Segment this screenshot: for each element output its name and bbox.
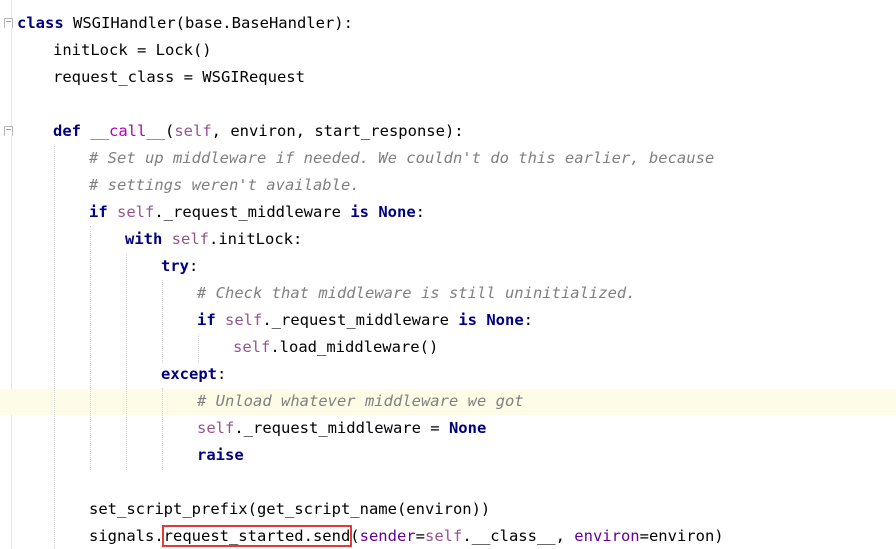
code-text: : <box>217 365 227 383</box>
keyword: if <box>197 311 216 329</box>
code-line: signals.request_started.send(sender=self… <box>89 523 724 549</box>
code-line: initLock = Lock() <box>53 37 212 64</box>
code-text: ( <box>350 527 360 545</box>
code-line: request_class = WSGIRequest <box>53 64 305 91</box>
code-text: .initLock: <box>209 230 303 248</box>
code-text: = <box>639 527 649 545</box>
code-text: ( <box>165 122 175 140</box>
indent-guide <box>198 334 199 363</box>
self-keyword: self <box>197 419 235 437</box>
code-editor[interactable]: class WSGIHandler(base.BaseHandler): ini… <box>0 0 896 549</box>
code-comment: # settings weren't available. <box>89 176 360 194</box>
keyword: None <box>448 419 487 437</box>
keyword: with <box>125 230 163 248</box>
code-comment: # Check that middleware is still uniniti… <box>197 284 636 302</box>
self-keyword: self <box>233 338 271 356</box>
code-text: ._request_middleware = <box>234 419 449 437</box>
keyword: try <box>161 257 189 275</box>
code-text: WSGIHandler(base.BaseHandler): <box>63 14 353 32</box>
indent-guide <box>162 388 163 470</box>
keyword: None <box>486 311 524 329</box>
code-text: = <box>415 527 425 545</box>
code-text: , environ, start_response): <box>211 122 464 140</box>
self-keyword: self <box>174 122 212 140</box>
code-text: .load_middleware() <box>270 338 439 356</box>
indent-guide <box>90 226 91 470</box>
code-line: def __call__(self, environ, start_respon… <box>53 118 464 145</box>
keyword: class <box>17 14 64 32</box>
fold-marker-icon[interactable] <box>4 18 13 28</box>
keyword: is <box>458 311 477 329</box>
keyword: is <box>350 203 369 221</box>
code-text: : <box>523 311 533 329</box>
keyword: if <box>89 203 108 221</box>
keyword: def <box>53 122 81 140</box>
fold-marker-icon[interactable] <box>4 126 13 136</box>
code-line: try: <box>161 253 198 280</box>
self-keyword: self <box>171 230 209 248</box>
code-text: initLock = Lock() <box>53 41 212 59</box>
code-text: ._request_middleware <box>154 203 351 221</box>
keyword: None <box>378 203 416 221</box>
code-text: : <box>415 203 425 221</box>
highlighted-call[interactable]: request_started.send <box>161 525 353 547</box>
code-text: signals. <box>89 527 164 545</box>
code-line: raise <box>197 442 244 469</box>
keyword: except <box>161 365 217 383</box>
indent-guide <box>54 145 55 549</box>
code-text: .__class__, <box>462 527 575 545</box>
code-line: self._request_middleware = None <box>197 415 486 442</box>
code-line: if self._request_middleware is None: <box>89 199 425 226</box>
self-keyword: self <box>117 203 155 221</box>
code-comment: # Set up middleware if needed. We couldn… <box>89 149 715 167</box>
code-comment: # Unload whatever middleware we got <box>197 392 524 410</box>
code-text: environ) <box>648 527 724 545</box>
code-line: class WSGIHandler(base.BaseHandler): <box>17 10 353 37</box>
code-line: set_script_prefix(get_script_name(enviro… <box>89 496 490 523</box>
indent-guide <box>162 280 163 363</box>
magic-method-name: __call__ <box>90 122 165 140</box>
keyword: raise <box>197 446 244 464</box>
code-text: request_class = WSGIRequest <box>53 68 305 86</box>
code-line: self.load_middleware() <box>233 334 438 361</box>
code-line: except: <box>161 361 226 388</box>
param-name: sender <box>359 527 416 545</box>
self-keyword: self <box>225 311 263 329</box>
indent-guide <box>126 253 127 470</box>
code-text: ._request_middleware <box>262 311 459 329</box>
self-keyword: self <box>424 527 463 545</box>
code-line: if self._request_middleware is None: <box>197 307 533 334</box>
code-text: : <box>189 257 199 275</box>
code-line: with self.initLock: <box>125 226 302 253</box>
code-text: set_script_prefix(get_script_name(enviro… <box>89 500 491 518</box>
param-name: environ <box>574 527 640 545</box>
gutter-separator <box>11 0 12 549</box>
